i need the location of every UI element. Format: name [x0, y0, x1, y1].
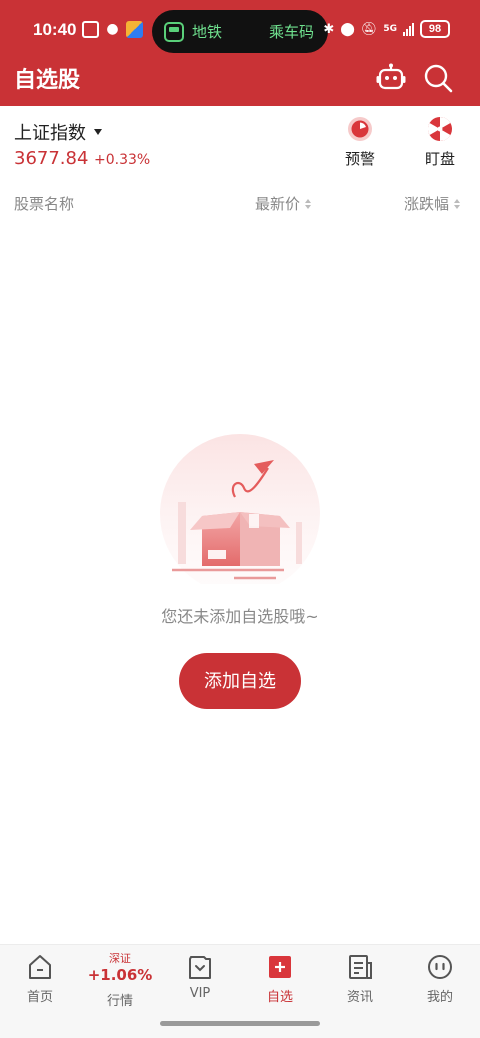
news-icon: [349, 955, 372, 979]
tab-market-label: 行情: [106, 994, 133, 1009]
alert-button[interactable]: 预警: [332, 116, 388, 169]
mute-icon: 🔕︎: [360, 21, 378, 37]
index-selector[interactable]: 上证指数: [14, 119, 102, 145]
add-watchlist-button[interactable]: 添加自选: [179, 653, 301, 709]
monitor-button[interactable]: 盯盘: [412, 116, 468, 169]
notification-icons: ●: [82, 21, 143, 38]
tab-news-label: 资讯: [346, 990, 373, 1005]
index-change: +0.33%: [94, 152, 151, 168]
tab-news[interactable]: 资讯: [320, 953, 400, 1005]
column-price-label: 最新价: [255, 195, 301, 213]
index-value: 3677.84: [14, 148, 89, 169]
chevron-down-icon: [94, 129, 102, 135]
island-left-text: 地铁: [192, 23, 223, 41]
tab-vip[interactable]: VIP: [160, 953, 240, 1001]
status-time: 10:40: [33, 20, 77, 39]
profile-icon: [428, 955, 452, 979]
network-label: 5G: [383, 24, 397, 34]
system-icons: ✱ ⬤ 🔕︎ 5G 98: [323, 20, 450, 38]
dynamic-island[interactable]: 地铁 乘车码: [152, 10, 328, 53]
app-header: 10:40 ● 地铁 乘车码 ✱ ⬤ 🔕︎ 5G 98 自选股: [0, 0, 480, 106]
column-stock-name-label: 股票名称: [14, 195, 75, 213]
vip-icon: [189, 956, 211, 979]
search-icon[interactable]: [423, 63, 453, 93]
market-index-name: 深证: [109, 952, 131, 965]
tab-vip-label: VIP: [189, 986, 211, 1001]
tab-mine-label: 我的: [426, 990, 453, 1005]
add-icon: [269, 956, 291, 978]
alert-icon: [348, 117, 372, 141]
monitor-label: 盯盘: [424, 150, 455, 168]
status-bar: 10:40 ● 地铁 乘车码 ✱ ⬤ 🔕︎ 5G 98: [0, 0, 480, 62]
column-change-label: 涨跌幅: [404, 195, 450, 213]
home-indicator[interactable]: [160, 1021, 320, 1026]
column-stock-name: 股票名称: [14, 193, 74, 214]
tab-home[interactable]: 首页: [0, 953, 80, 1005]
home-icon: [29, 955, 51, 979]
sort-icon: [454, 198, 461, 209]
train-icon: [164, 21, 184, 42]
empty-state-message: 您还未添加自选股哦~: [161, 607, 319, 626]
column-change[interactable]: 涨跌幅: [404, 193, 461, 214]
wechat-icon: ●: [106, 21, 119, 37]
tab-market[interactable]: 深证 +1.06% 行情: [80, 952, 160, 1010]
tab-watchlist-label: 自选: [266, 990, 293, 1005]
monitor-icon: [427, 117, 452, 141]
app-notification-icon: [126, 21, 143, 38]
index-name: 上证指数: [14, 123, 86, 144]
nfc-icon: [82, 21, 99, 38]
page-title: 自选股: [14, 68, 81, 93]
location-icon: ⬤: [340, 21, 355, 37]
tab-watchlist[interactable]: 自选: [240, 953, 320, 1005]
alert-label: 预警: [344, 150, 375, 168]
bluetooth-icon: ✱: [323, 21, 335, 37]
island-right-text: 乘车码: [268, 23, 314, 41]
column-price[interactable]: 最新价: [255, 193, 312, 214]
tab-mine[interactable]: 我的: [400, 953, 480, 1005]
robot-icon[interactable]: [376, 63, 406, 91]
empty-box-illustration: [160, 434, 320, 584]
tab-home-label: 首页: [26, 990, 53, 1005]
sort-icon: [305, 198, 312, 209]
market-index-change: +1.06%: [87, 966, 153, 984]
signal-icon: [403, 22, 414, 36]
battery-icon: 98: [420, 20, 450, 38]
